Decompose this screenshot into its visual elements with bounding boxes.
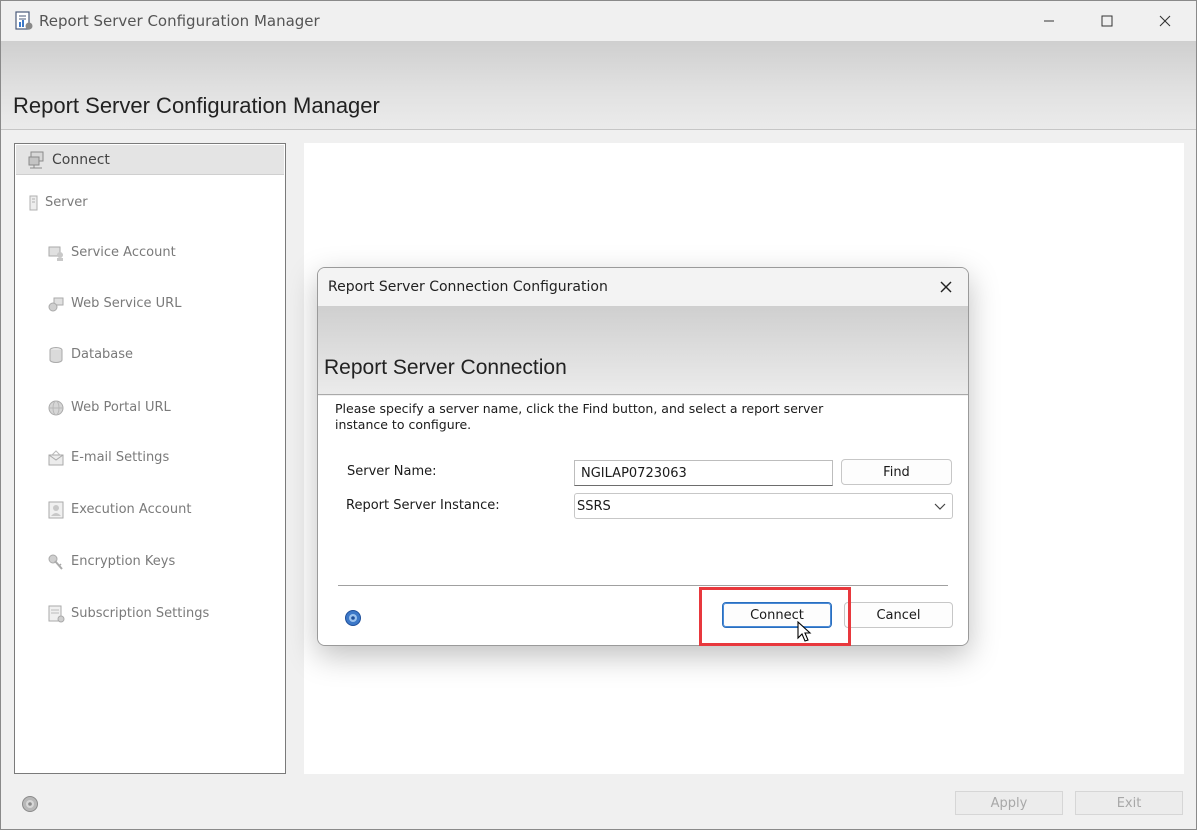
close-window-button[interactable]: [1136, 1, 1194, 41]
title-bar: Report Server Configuration Manager: [1, 1, 1196, 41]
server-icon: [29, 195, 38, 211]
sidebar-item-label: Service Account: [71, 245, 176, 260]
help-icon[interactable]: [21, 795, 39, 813]
sidebar-item-label: Web Portal URL: [71, 400, 171, 415]
report-server-instance-select[interactable]: SSRS: [574, 493, 953, 519]
dialog-body: Please specify a server name, click the …: [318, 396, 968, 645]
sidebar-item-label: Server: [45, 195, 88, 210]
sidebar-nav: Connect Server Service Account Web Servi…: [14, 143, 286, 774]
server-name-label: Server Name:: [347, 464, 437, 479]
header-banner: Report Server Configuration Manager: [1, 41, 1196, 130]
connection-dialog: Report Server Connection Configuration R…: [317, 267, 969, 646]
minimize-button[interactable]: [1020, 1, 1078, 41]
help-icon[interactable]: [344, 609, 362, 627]
connect-icon: [28, 151, 44, 169]
chevron-down-icon: [934, 503, 946, 510]
globe-icon: [48, 400, 64, 416]
maximize-button[interactable]: [1078, 1, 1136, 41]
sidebar-item-label: Subscription Settings: [71, 606, 210, 621]
web-service-url-icon: [48, 297, 64, 312]
page-title: Report Server Configuration Manager: [13, 93, 380, 118]
mouse-cursor-icon: [797, 621, 812, 642]
sidebar-item-connect[interactable]: Connect: [16, 145, 284, 175]
dialog-heading: Report Server Connection: [324, 356, 567, 379]
divider: [338, 585, 948, 586]
sidebar-item-label: Execution Account: [71, 502, 192, 517]
selected-instance: SSRS: [577, 499, 611, 514]
cancel-button[interactable]: Cancel: [844, 602, 953, 628]
dialog-title-bar: Report Server Connection Configuration: [318, 268, 968, 306]
close-icon: [940, 281, 952, 293]
key-icon: [48, 554, 63, 570]
maximize-icon: [1101, 15, 1113, 27]
sidebar-item-label: Web Service URL: [71, 296, 182, 311]
connect-highlight-box: [699, 587, 851, 646]
service-account-icon: [48, 246, 63, 261]
find-button[interactable]: Find: [841, 459, 952, 485]
report-server-instance-label: Report Server Instance:: [346, 498, 500, 513]
main-window: Report Server Configuration Manager Repo…: [0, 0, 1197, 830]
sidebar-item-label: Database: [71, 347, 134, 362]
database-icon: [49, 347, 63, 363]
close-icon: [1159, 15, 1171, 27]
app-icon: [15, 11, 33, 30]
exit-button[interactable]: Exit: [1075, 791, 1183, 815]
minimize-icon: [1044, 20, 1054, 22]
window-title: Report Server Configuration Manager: [39, 12, 320, 30]
dialog-title: Report Server Connection Configuration: [328, 279, 608, 295]
sidebar-item-label: Connect: [52, 152, 110, 168]
sidebar-item-label: Encryption Keys: [71, 554, 176, 569]
dialog-close-button[interactable]: [932, 274, 960, 300]
apply-button[interactable]: Apply: [955, 791, 1063, 815]
subscription-icon: [48, 605, 65, 623]
sidebar-item-label: E-mail Settings: [71, 450, 170, 465]
dialog-description: Please specify a server name, click the …: [335, 401, 824, 432]
email-icon: [48, 450, 64, 466]
dialog-banner: Report Server Connection: [318, 306, 968, 395]
execution-account-icon: [48, 501, 64, 519]
server-name-input[interactable]: [574, 460, 833, 486]
